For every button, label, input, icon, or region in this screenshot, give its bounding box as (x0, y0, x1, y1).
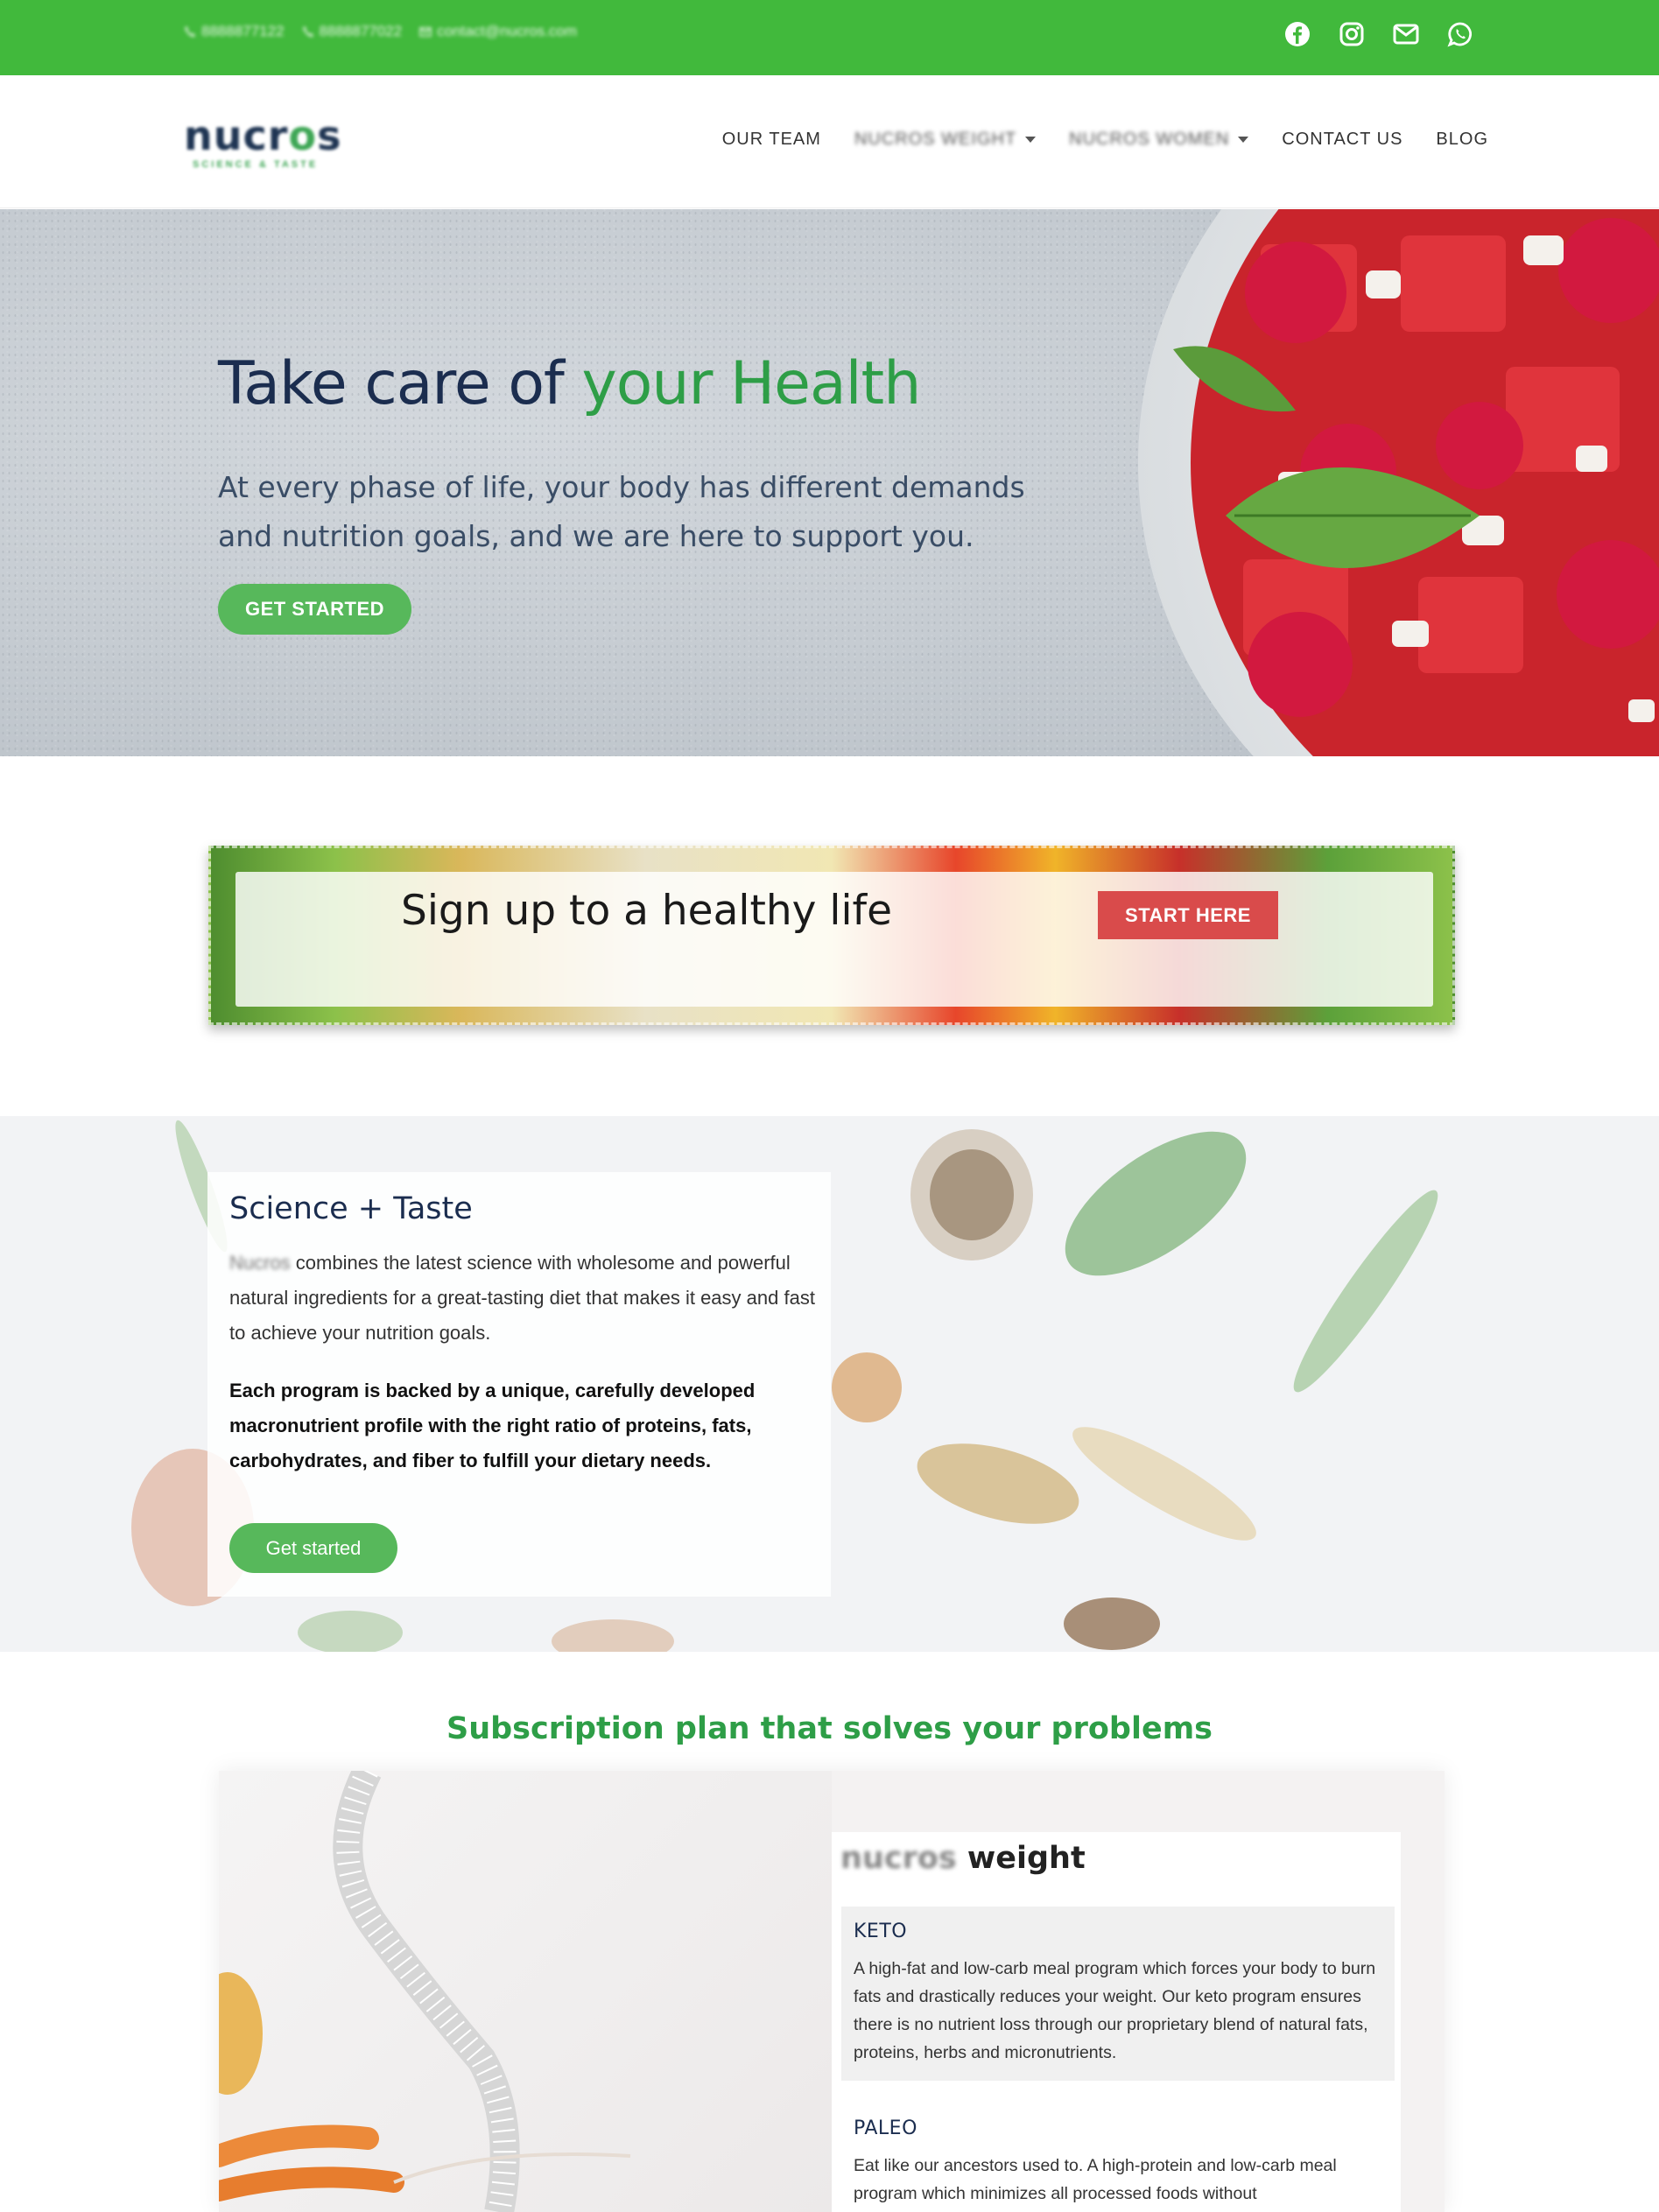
hero-section: Take care of your Health At every phase … (0, 209, 1659, 756)
hero-subtitle: At every phase of life, your body has di… (218, 470, 1025, 553)
science-title: Science + Taste (229, 1191, 473, 1226)
logo-wordmark: nucros (184, 112, 342, 159)
science-get-started-button[interactable]: Get started (229, 1523, 397, 1573)
whatsapp-icon[interactable] (1445, 19, 1475, 49)
salad-bowl-image (1138, 209, 1659, 756)
option-description: A high-fat and low-carb meal program whi… (854, 1959, 1376, 2062)
phone-text-2: 8888877022 (319, 23, 403, 39)
hero-title: Take care of your Health (218, 349, 921, 418)
nav-nucros-weight[interactable]: NUCROS WEIGHT (854, 130, 1037, 150)
start-here-button[interactable]: START HERE (1098, 891, 1278, 939)
envelope-icon (419, 27, 432, 37)
measuring-tape-image (219, 1771, 832, 2212)
phone-contact-1[interactable]: 8888877122 (184, 23, 285, 40)
nav-contact-us[interactable]: CONTACT US (1282, 130, 1402, 150)
email-text: contact@nucros.com (437, 23, 578, 39)
subscription-heading: Subscription plan that solves your probl… (446, 1711, 1213, 1746)
contact-info: 8888877122 8888877022 contact@nucros.com (184, 23, 577, 40)
nav-nucros-women[interactable]: NUCROS WOMEN (1069, 130, 1249, 150)
facebook-icon[interactable] (1283, 19, 1312, 49)
get-started-button[interactable]: GET STARTED (218, 584, 411, 635)
phone-icon (185, 26, 195, 37)
subscription-plan-card: nucros weight KETO A high-fat and low-ca… (219, 1771, 1445, 2212)
plan-option-paleo[interactable]: PALEO Eat like our ancestors used to. A … (841, 2103, 1395, 2212)
plan-option-keto[interactable]: KETO A high-fat and low-carb meal progra… (841, 1907, 1395, 2081)
logo-tagline: SCIENCE & TASTE (193, 159, 319, 170)
phone-icon (302, 26, 313, 37)
top-bar: 8888877122 8888877022 contact@nucros.com (0, 0, 1659, 75)
signup-banner: Sign up to a healthy life START HERE (208, 846, 1455, 1025)
phone-text-1: 8888877122 (201, 23, 285, 39)
brand-name: Nucros (229, 1252, 291, 1274)
option-description: Eat like our ancestors used to. A high-p… (854, 2156, 1337, 2203)
chevron-down-icon (1025, 137, 1037, 143)
science-paragraph-1: Nucros combines the latest science with … (229, 1252, 815, 1344)
plan-brand: nucros (840, 1841, 967, 1876)
option-title: KETO (854, 1921, 908, 1942)
science-taste-section: Science + Taste Nucros combines the late… (0, 1116, 1659, 1652)
plan-title: nucros weight (840, 1841, 1086, 1876)
science-paragraph-2: Each program is backed by a unique, care… (229, 1380, 756, 1471)
signup-title: Sign up to a healthy life (401, 887, 892, 935)
email-contact[interactable]: contact@nucros.com (419, 23, 577, 40)
social-links (1283, 19, 1475, 49)
instagram-icon[interactable] (1337, 19, 1367, 49)
nav-our-team[interactable]: OUR TEAM (722, 130, 821, 150)
mail-icon[interactable] (1391, 19, 1421, 49)
nav-blog[interactable]: BLOG (1436, 130, 1488, 150)
site-header: nucros SCIENCE & TASTE OUR TEAM NUCROS W… (0, 75, 1659, 208)
option-title: PALEO (854, 2117, 917, 2139)
chevron-down-icon (1238, 137, 1249, 143)
main-nav: OUR TEAM NUCROS WEIGHT NUCROS WOMEN CONT… (722, 130, 1488, 150)
phone-contact-2[interactable]: 8888877022 (302, 23, 403, 40)
site-logo[interactable]: nucros SCIENCE & TASTE (184, 116, 350, 177)
